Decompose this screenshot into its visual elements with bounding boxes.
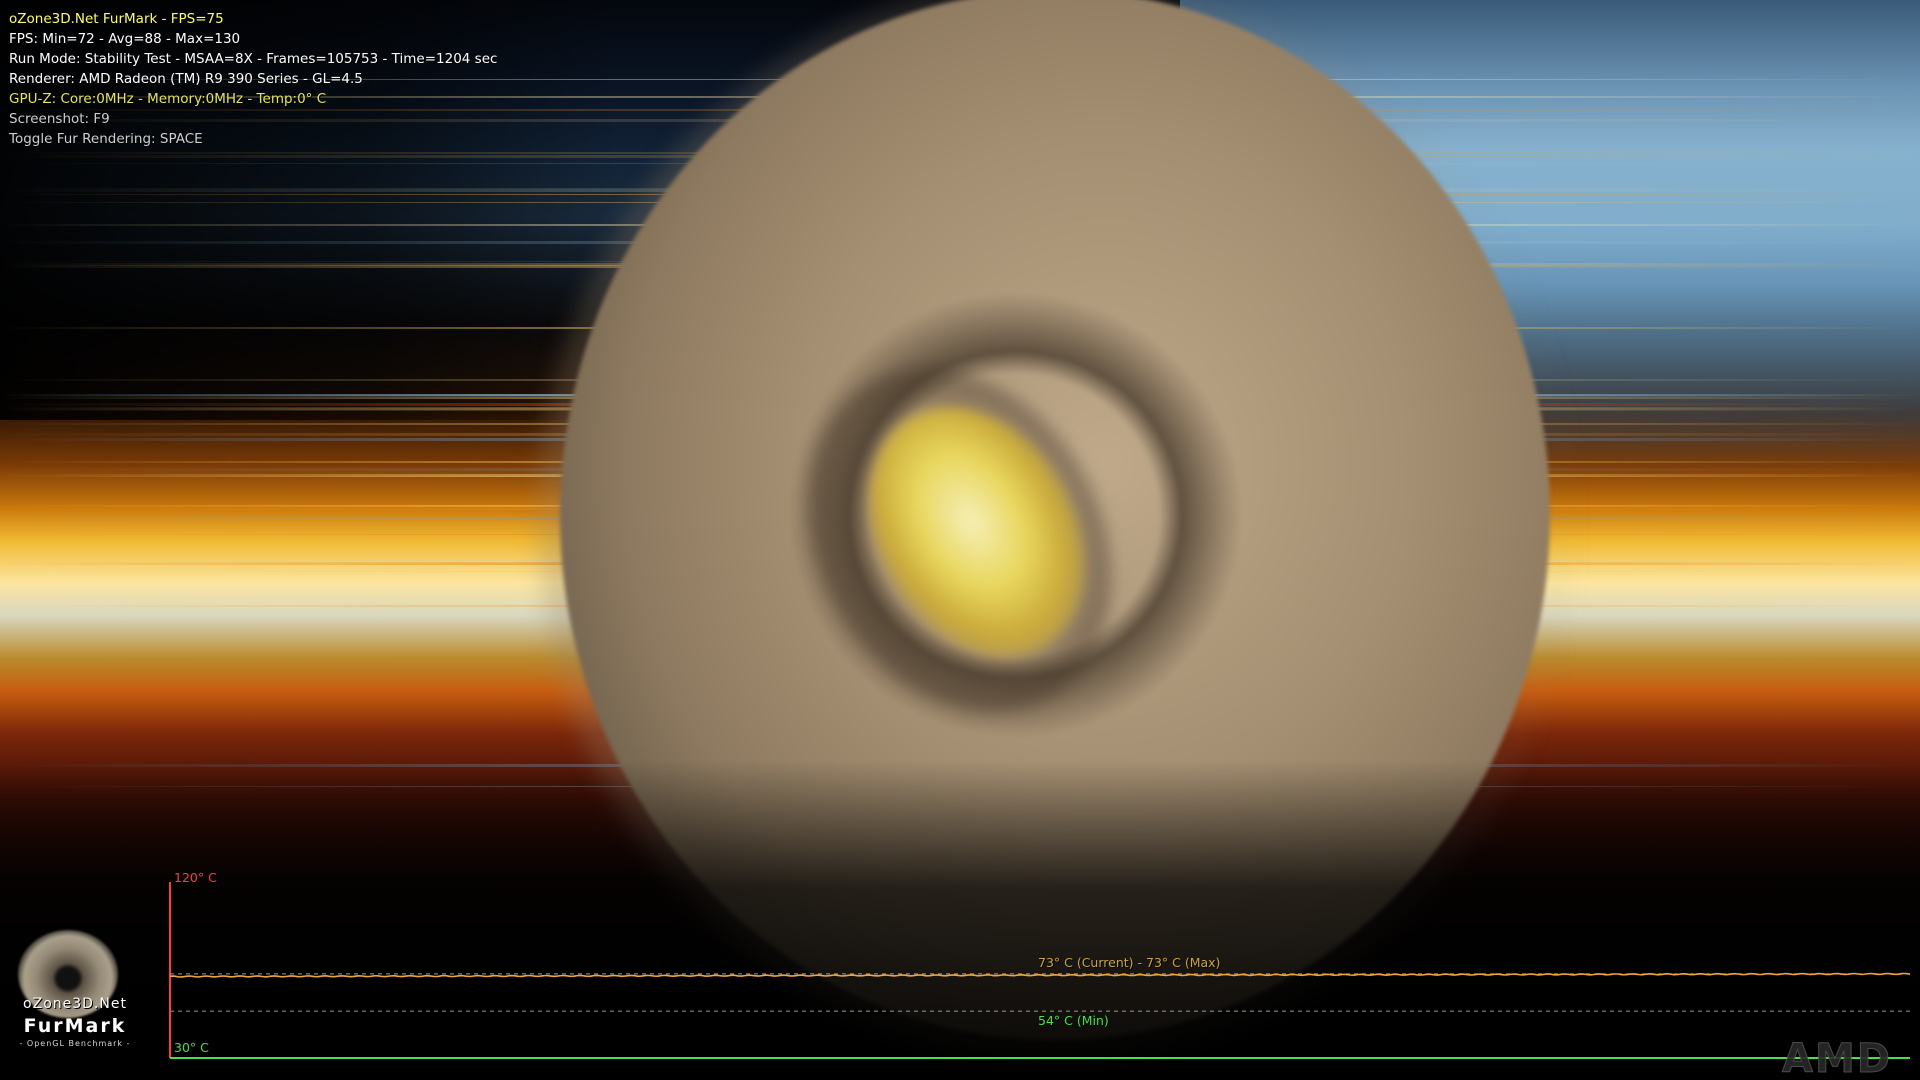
hud-run-mode: Run Mode: Stability Test - MSAA=8X - Fra… [9,51,498,67]
logo-line3: - OpenGL Benchmark - [19,1039,131,1048]
graph-current-temp-label: 73° C (Current) - 73° C (Max) [1038,955,1221,970]
hud-gpuz: GPU-Z: Core:0MHz - Memory:0MHz - Temp:0°… [9,91,327,107]
hud-overlay: oZone3D.Net FurMark - FPS=75 FPS: Min=72… [9,9,497,149]
graph-min-axis-label: 30° C [174,1040,209,1055]
hud-renderer: Renderer: AMD Radeon (TM) R9 390 Series … [9,71,363,87]
temperature-line [169,972,1911,978]
logo-line1: oZone3D.Net [23,996,127,1012]
amd-watermark: AMD [1782,1036,1892,1080]
hud-fps-stats: FPS: Min=72 - Avg=88 - Max=130 [9,31,241,47]
logo-line2: FurMark [23,1015,127,1037]
temperature-graph: 120° C 30° C 73° C (Current) - 73° C (Ma… [168,870,1911,1060]
hud-toggle-hint: Toggle Fur Rendering: SPACE [9,131,203,147]
graph-min-temp-label: 54° C (Min) [1038,1013,1109,1028]
furmark-logo: oZone3D.Net FurMark - OpenGL Benchmark - [8,928,138,1048]
hud-title: oZone3D.Net FurMark - FPS=75 [9,11,224,27]
hud-screenshot-hint: Screenshot: F9 [9,111,110,127]
graph-max-axis-label: 120° C [174,870,217,885]
